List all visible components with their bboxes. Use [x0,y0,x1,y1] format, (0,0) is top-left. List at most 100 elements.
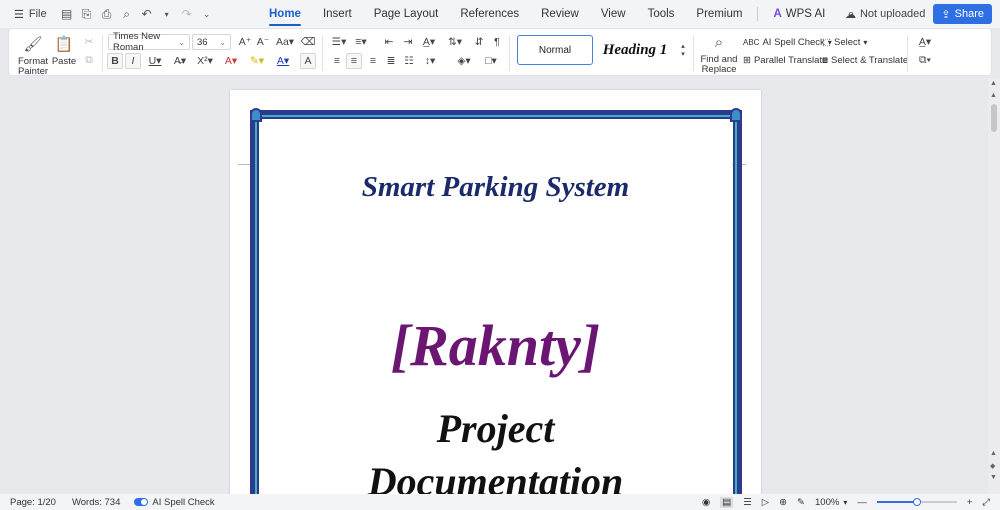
redo-icon[interactable]: ↷ [179,6,195,22]
parallel-translate-button[interactable]: ⊞ Parallel Translate [743,52,827,68]
read-mode-icon[interactable]: ▷ [762,497,769,508]
scroll-up-icon[interactable]: ▲ [990,80,997,87]
align-left-icon[interactable]: ≡ [329,53,345,69]
text-effects-icon[interactable]: A▾ [221,53,241,69]
cloud-status[interactable]: ☁ Not uploaded [845,8,925,21]
export-icon[interactable]: ⎘ [79,6,95,22]
tab-page-layout[interactable]: Page Layout [363,0,450,28]
style-normal[interactable]: Normal [517,35,593,65]
italic-icon[interactable]: I [125,53,141,69]
tab-home[interactable]: Home [258,0,312,28]
page-view-icon[interactable]: ▤ [720,496,734,508]
bullets-icon[interactable]: ☰▾ [329,34,349,50]
shading-icon[interactable]: ◈▾ [454,53,474,69]
ai-spell-check-toggle[interactable]: AI Spell Check [134,497,215,508]
scroll-next-icon[interactable]: ▼ [990,474,997,481]
style-heading-1[interactable]: Heading 1 [597,35,673,65]
outline-view-icon[interactable]: ☰ [743,497,752,508]
pen-icon[interactable]: ✎ [797,497,805,508]
chinese-layout-icon[interactable]: A̲▾ [419,34,439,50]
chevron-down-icon[interactable]: ▾ [843,498,847,507]
spell-check-icon: ABC [743,37,760,47]
status-bar: Page: 1/20 Words: 734 AI Spell Check ◉ ▤… [0,494,1000,510]
eye-icon[interactable]: ◉ [702,497,710,508]
border-corner [250,108,262,122]
bold-icon[interactable]: B [107,53,123,69]
tab-view[interactable]: View [590,0,637,28]
zoom-in-icon[interactable]: + [967,497,973,508]
numbering-icon[interactable]: ≡▾ [351,34,371,50]
share-button[interactable]: ⇪ Share [933,4,992,24]
char-shading-icon[interactable]: A [300,53,316,69]
paragraph-spacing-icon[interactable]: ↕▾ [420,53,440,69]
sort-icon[interactable]: ⇵ [471,34,487,50]
document-page[interactable]: Smart Parking System [Raknty] Project Do… [230,90,761,494]
highlight-icon[interactable]: ✎▾ [247,53,267,69]
document-brand[interactable]: [Raknty] [230,312,761,379]
superscript-icon[interactable]: X²▾ [195,53,215,69]
vertical-scrollbar[interactable]: ▲ ▲ ▲ ◆ ▼ [988,78,1000,494]
font-name-select[interactable]: Times New Roman ⌄ [108,31,190,53]
document-subtitle-line1[interactable]: Project [230,405,761,452]
clear-format-icon[interactable]: ⌫ [300,34,316,50]
word-count[interactable]: Words: 734 [72,497,120,508]
undo-dropdown-icon[interactable]: ▾ [159,6,175,22]
select-translate-button[interactable]: ⧈ Select & Translate [822,52,908,68]
align-right-icon[interactable]: ≡ [365,53,381,69]
save-icon[interactable]: ▤ [59,6,75,22]
align-center-icon[interactable]: ≡ [346,53,362,69]
copy-icon[interactable]: ⧉ [81,52,97,68]
ai-spell-check-button[interactable]: ABC AI Spell Check ▾ [743,34,832,50]
show-marks-icon[interactable]: ¶ [489,34,505,50]
tab-insert[interactable]: Insert [312,0,363,28]
increase-indent-icon[interactable]: ⇥ [400,34,416,50]
font-size-select[interactable]: 36 ⌄ [192,34,231,50]
document-title[interactable]: Smart Parking System [230,171,761,204]
shrink-font-icon[interactable]: A⁻ [255,34,271,50]
arrange-icon[interactable]: ⧉▾ [914,52,936,68]
tab-premium[interactable]: Premium [685,0,753,28]
print-preview-icon[interactable]: ⌕ [119,6,135,22]
styles-more-icon[interactable]: ▴ ▾ [675,42,691,58]
tab-references[interactable]: References [449,0,530,28]
text-direction-icon[interactable]: A̲▾ [914,34,936,50]
decrease-indent-icon[interactable]: ⇤ [381,34,397,50]
fit-window-icon[interactable]: ⤢ [982,497,990,508]
distributed-icon[interactable]: ☷ [401,53,417,69]
find-replace-label: Find and Replace [700,54,738,75]
tab-tools[interactable]: Tools [637,0,686,28]
zoom-slider-knob[interactable] [912,498,921,506]
brush-icon: 🖌 [23,36,43,53]
undo-icon[interactable]: ↶ [139,6,155,22]
more-icon[interactable]: ⌄ [199,6,215,22]
hamburger-icon: ☰ [14,8,24,21]
file-menu[interactable]: ☰ File [10,3,51,25]
zoom-value[interactable]: 100% [815,497,839,508]
change-case-icon[interactable]: Aa▾ [274,34,296,50]
line-spacing-icon[interactable]: ⇅▾ [445,34,465,50]
web-view-icon[interactable]: ⊕ [779,497,787,508]
zoom-slider[interactable] [876,498,957,506]
select-browse-icon[interactable]: ◆ [990,462,995,470]
tab-wps-ai[interactable]: A WPS AI [762,0,836,28]
format-painter-button[interactable]: 🖌 Format Painter [15,35,51,77]
cut-icon[interactable]: ✂ [81,34,97,50]
document-subtitle-line2[interactable]: Documentation [230,458,761,494]
strikethrough-icon[interactable]: A̶▾ [170,53,190,69]
scroll-page-down-icon[interactable]: ▲ [990,450,997,457]
scroll-page-up-icon[interactable]: ▲ [990,92,997,99]
paste-button[interactable]: 📋 Paste [51,35,77,67]
tab-review[interactable]: Review [530,0,590,28]
scrollbar-thumb[interactable] [991,104,997,132]
font-color-icon[interactable]: A▾ [273,53,293,69]
grow-font-icon[interactable]: A⁺ [237,34,253,50]
borders-icon[interactable]: □▾ [481,53,501,69]
underline-icon[interactable]: U▾ [145,53,165,69]
page-indicator[interactable]: Page: 1/20 [10,497,56,508]
justify-icon[interactable]: ≣ [383,53,399,69]
zoom-out-icon[interactable]: — [857,497,867,508]
print-icon[interactable]: ⎙ [99,6,115,22]
find-replace-button[interactable]: ⌕ Find and Replace [697,33,741,75]
file-menu-label: File [28,8,47,20]
select-button[interactable]: ⬚ Select ▾ [822,34,867,50]
